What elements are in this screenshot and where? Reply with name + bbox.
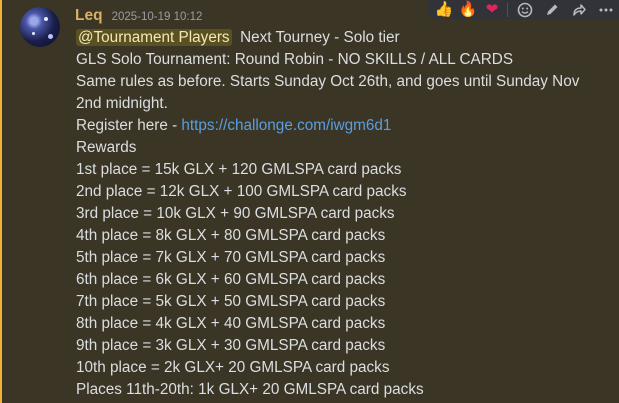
fire-icon[interactable]: 🔥 <box>456 0 480 19</box>
edit-icon[interactable] <box>538 0 565 19</box>
more-icon[interactable] <box>592 0 619 19</box>
register-link[interactable]: https://challonge.com/iwgm6d1 <box>181 117 391 134</box>
message-item: Leq 2025-10-19 10:12 👍 🔥 ❤ @Tournament P… <box>0 0 619 403</box>
message-text: Register here - <box>76 117 182 134</box>
forward-icon[interactable] <box>565 0 592 19</box>
avatar[interactable] <box>20 7 60 47</box>
avatar-decoration <box>44 17 48 21</box>
message-line: 5th place = 7k GLX + 70 GMLSPA card pack… <box>76 249 386 266</box>
author-username[interactable]: Leq <box>75 7 103 25</box>
avatar-decoration <box>32 32 35 35</box>
avatar-decoration <box>48 34 53 39</box>
role-mention[interactable]: @Tournament Players <box>76 29 232 46</box>
message-line: 8th place = 4k GLX + 40 GMLSPA card pack… <box>76 315 386 332</box>
message-line: @Tournament Players Next Tourney - Solo … <box>76 27 606 49</box>
message-line: GLS Solo Tournament: Round Robin - NO SK… <box>76 51 514 68</box>
message-line: 3rd place = 10k GLX + 90 GMLSPA card pac… <box>76 205 395 222</box>
message-toolbar: 👍 🔥 ❤ <box>428 0 619 19</box>
thumbs-up-icon[interactable]: 👍 <box>432 0 456 19</box>
add-reaction-icon[interactable] <box>511 0 538 19</box>
message-line: 9th place = 3k GLX + 30 GMLSPA card pack… <box>76 337 386 354</box>
message-line: Same rules as before. Starts Sunday Oct … <box>76 73 580 112</box>
message-line: Places 11th-20th: 1k GLX+ 20 GMLSPA card… <box>76 381 424 398</box>
message-line: 2nd place = 12k GLX + 100 GMLSPA card pa… <box>76 183 407 200</box>
message-line: 4th place = 8k GLX + 80 GMLSPA card pack… <box>76 227 386 244</box>
message-timestamp[interactable]: 2025-10-19 10:12 <box>112 11 203 23</box>
message-line: Rewards <box>76 139 137 156</box>
heart-icon[interactable]: ❤ <box>480 0 504 19</box>
message-content: @Tournament Players Next Tourney - Solo … <box>76 27 606 401</box>
message-text: Next Tourney - Solo tier <box>231 29 400 46</box>
toolbar-divider <box>507 2 508 17</box>
message-header: Leq 2025-10-19 10:12 <box>75 7 202 27</box>
message-line: 10th place = 2k GLX+ 20 GMLSPA card pack… <box>76 359 390 376</box>
message-line: 7th place = 5k GLX + 50 GMLSPA card pack… <box>76 293 386 310</box>
message-line: 6th place = 6k GLX + 60 GMLSPA card pack… <box>76 271 386 288</box>
message-line: 1st place = 15k GLX + 120 GMLSPA card pa… <box>76 161 402 178</box>
message-line: Register here - https://challonge.com/iw… <box>76 115 606 137</box>
